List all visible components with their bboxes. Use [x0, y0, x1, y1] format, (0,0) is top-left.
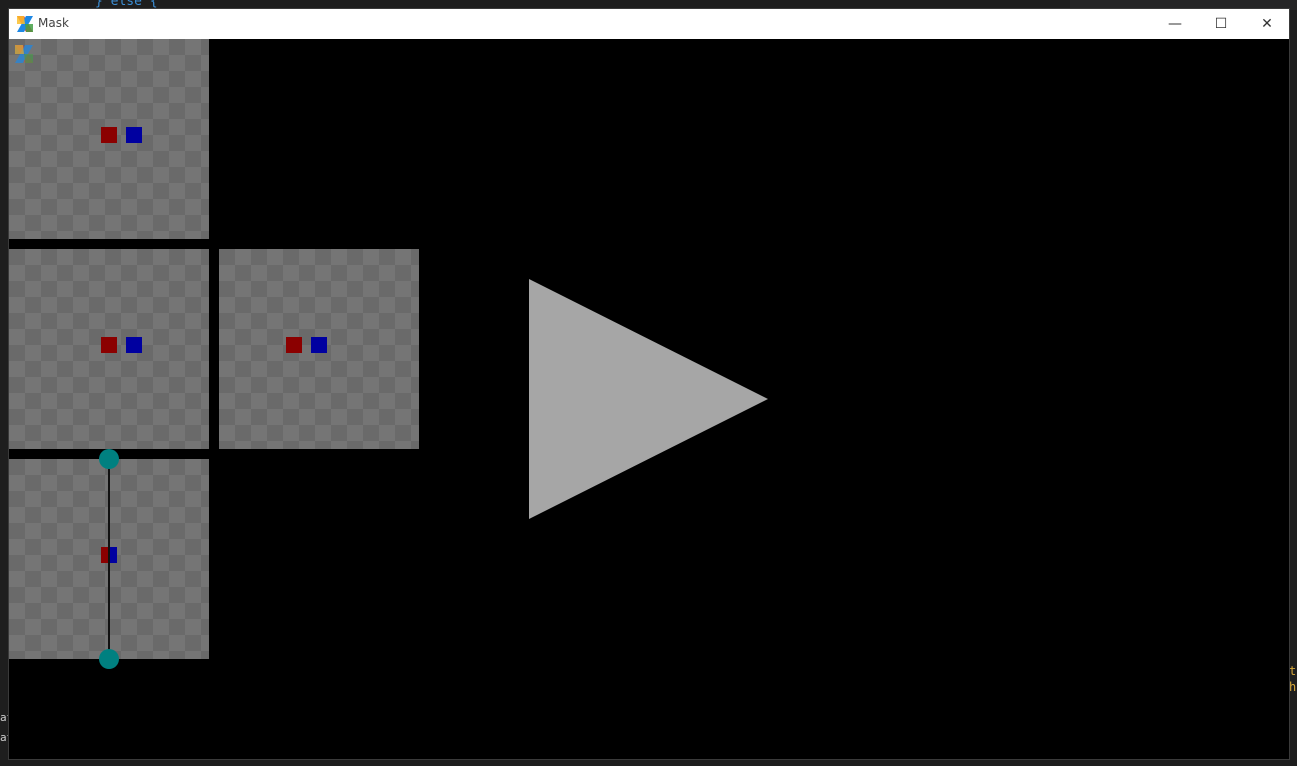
close-icon: ✕	[1261, 16, 1273, 32]
background-snippet: t	[1289, 664, 1297, 678]
maximize-icon: ☐	[1214, 16, 1228, 32]
window-title: Mask	[38, 16, 69, 30]
bottom-drag-handle[interactable]	[99, 649, 119, 669]
minimize-icon: —	[1168, 16, 1182, 32]
background-snippet: h	[1289, 680, 1297, 694]
maximize-button[interactable]: ☐	[1198, 9, 1244, 39]
play-triangle[interactable]	[529, 279, 768, 519]
minimize-button[interactable]: —	[1152, 9, 1198, 39]
render-canvas[interactable]	[9, 39, 1289, 759]
close-button[interactable]: ✕	[1244, 9, 1290, 39]
title-bar[interactable]: Mask — ☐ ✕	[9, 9, 1289, 39]
app-logo-icon	[17, 16, 33, 32]
overlay-layer	[99, 279, 768, 669]
app-window: Mask — ☐ ✕	[8, 8, 1290, 760]
top-drag-handle[interactable]	[99, 449, 119, 469]
